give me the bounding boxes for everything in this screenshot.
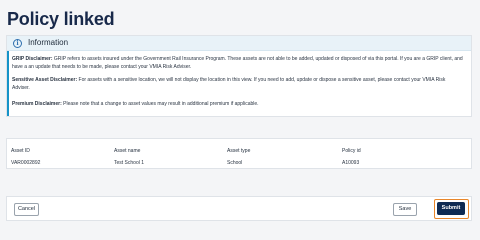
premium-disclaimer: Premium Disclaimer: Please note that a c… xyxy=(12,101,468,109)
premium-disclaimer-text: Please note that a change to asset value… xyxy=(61,101,259,107)
cell-asset-type: School xyxy=(227,160,243,166)
assets-table-header: Asset ID Asset name Asset type Policy id xyxy=(6,138,472,158)
cancel-button[interactable]: Cancel xyxy=(14,203,39,216)
column-header-asset-name: Asset name xyxy=(114,148,141,154)
cell-asset-id: VAR0002892 xyxy=(11,160,41,166)
page-title: Policy linked xyxy=(7,9,115,29)
sensitive-disclaimer: Sensitive Asset Disclaimer: For assets w… xyxy=(12,77,468,92)
cell-asset-name: Test School 1 xyxy=(114,160,145,166)
sensitive-disclaimer-text-2: Adviser. xyxy=(12,84,30,91)
submit-focus-ring: Submit xyxy=(434,199,469,219)
submit-button[interactable]: Submit xyxy=(437,202,465,215)
panel-header: i Information xyxy=(7,36,471,51)
grip-disclaimer-text-2: have a an update that needs to be made, … xyxy=(12,63,192,70)
panel-title: Information xyxy=(28,38,69,47)
sensitive-disclaimer-text: For assets with a sensitive location, we… xyxy=(77,77,446,83)
column-header-policy-id: Policy id xyxy=(342,148,361,154)
column-header-asset-id: Asset ID xyxy=(11,148,30,154)
sensitive-disclaimer-label: Sensitive Asset Disclaimer: xyxy=(12,77,78,83)
grip-disclaimer-text: GRIP refers to assets insured under the … xyxy=(52,56,463,62)
info-icon: i xyxy=(13,39,22,48)
table-row[interactable]: VAR0002892 Test School 1 School A10093 xyxy=(6,157,472,169)
save-button[interactable]: Save xyxy=(393,203,417,216)
grip-disclaimer-label: GRIP Disclaimer: xyxy=(12,56,53,62)
information-panel: i Information GRIP Disclaimer: GRIP refe… xyxy=(6,35,472,117)
column-header-asset-type: Asset type xyxy=(227,148,251,154)
action-bar: Cancel Save Submit xyxy=(6,196,472,221)
grip-disclaimer: GRIP Disclaimer: GRIP refers to assets i… xyxy=(12,56,468,71)
premium-disclaimer-label: Premium Disclaimer: xyxy=(12,101,62,107)
cell-policy-id: A10093 xyxy=(342,160,360,166)
